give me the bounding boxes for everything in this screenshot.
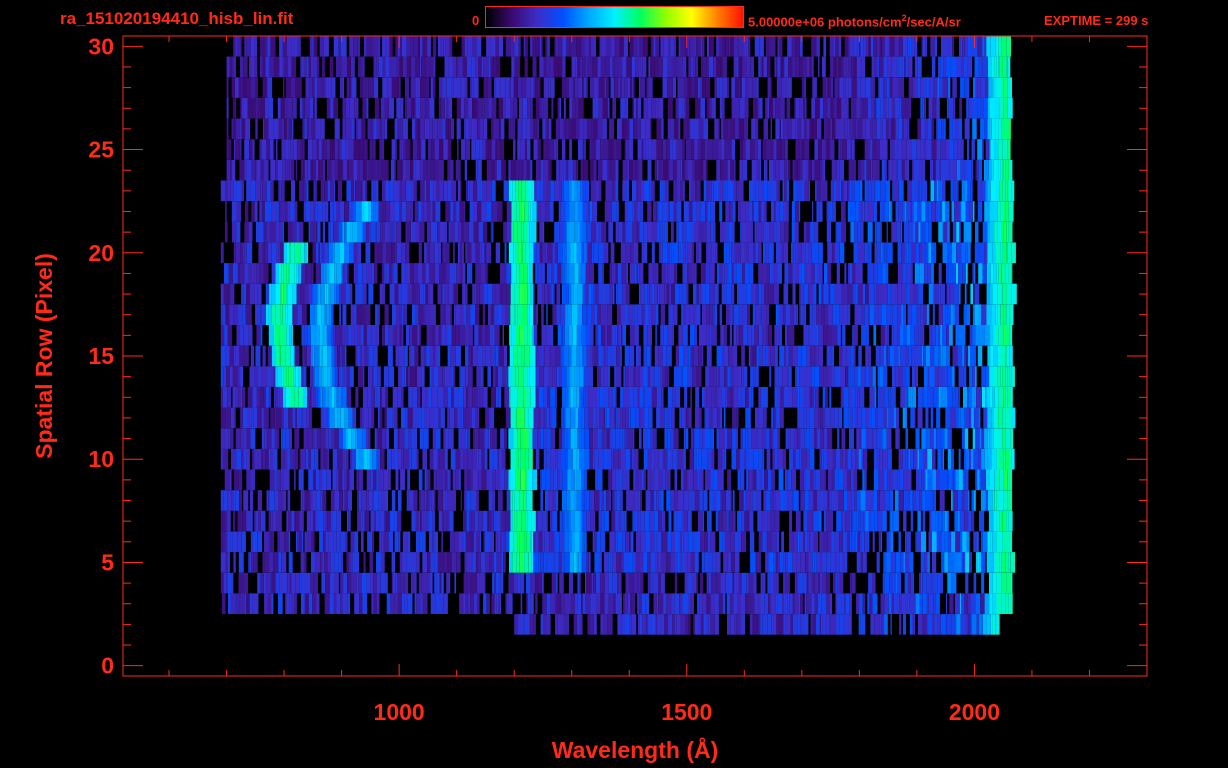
heatmap-image bbox=[220, 36, 1017, 635]
exptime-label: EXPTIME = 299 s bbox=[1044, 13, 1149, 28]
x-tick-label: 1000 bbox=[374, 699, 425, 725]
y-tick-label: 10 bbox=[88, 446, 114, 472]
spectrogram-plot: 1000 1500 2000051015202530 Wavelength (Å) … bbox=[31, 33, 1148, 763]
y-tick-label: 0 bbox=[101, 653, 114, 679]
colorbar bbox=[485, 6, 744, 28]
y-tick-label: 20 bbox=[88, 240, 114, 266]
file-title: ra_151020194410_hisb_lin.fit bbox=[60, 9, 294, 28]
colorbar-max-label: 5.00000e+06 photons/cm2/sec/A/sr bbox=[748, 13, 961, 30]
colorbar-min-label: 0 bbox=[472, 13, 480, 28]
y-axis-label: Spatial Row (Pixel) bbox=[31, 253, 57, 459]
y-tick-label: 5 bbox=[101, 549, 114, 575]
y-tick-label: 25 bbox=[88, 137, 114, 163]
x-tick-label: 2000 bbox=[949, 699, 1000, 725]
y-tick-label: 15 bbox=[88, 343, 114, 369]
y-tick-label: 30 bbox=[88, 33, 114, 59]
x-tick-label: 1500 bbox=[661, 699, 712, 725]
x-axis-label: Wavelength (Å) bbox=[552, 736, 719, 763]
